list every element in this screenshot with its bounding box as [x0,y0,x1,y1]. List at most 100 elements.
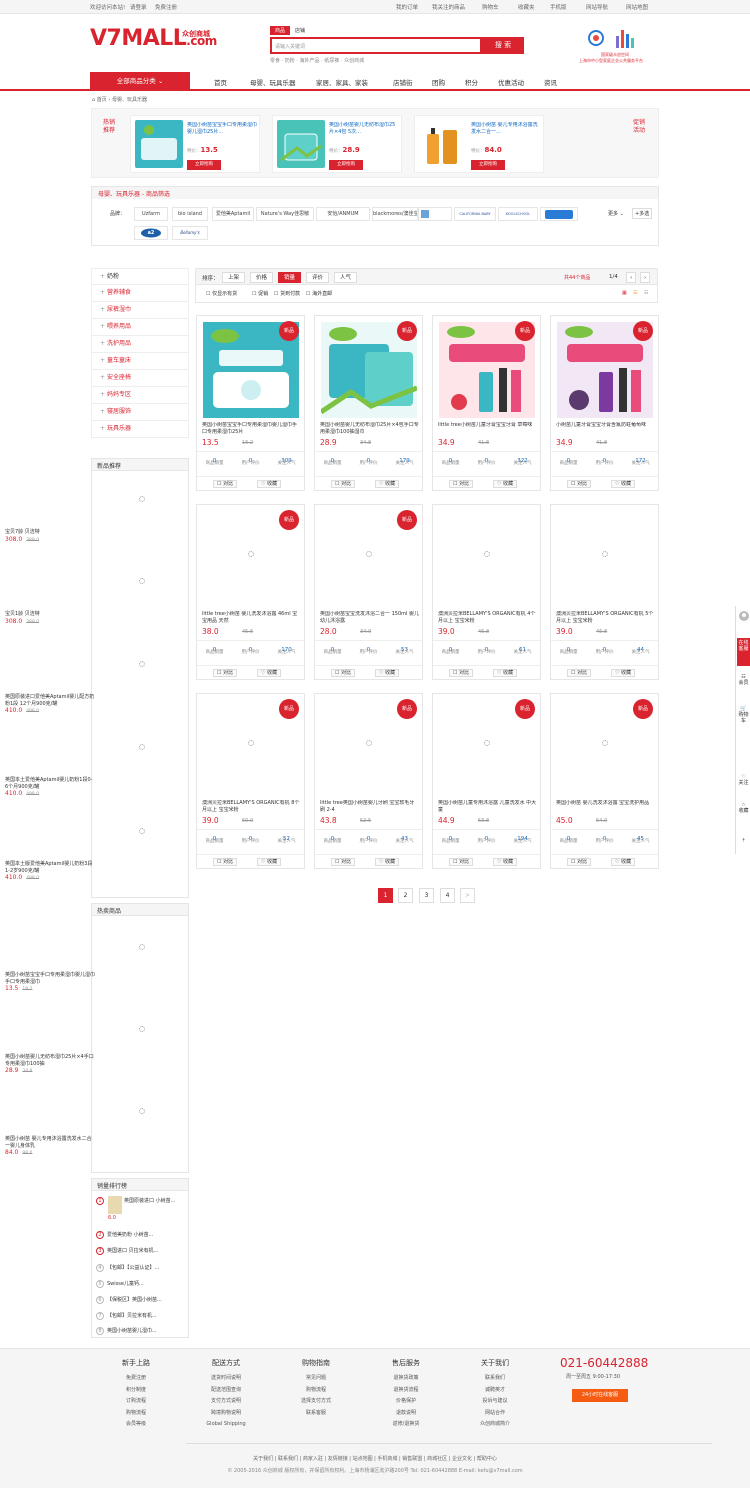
new-product-title[interactable]: 英国原装进口爱他美Aptamil婴儿配方奶粉1段 12个月900克/罐 [5,694,95,707]
new-product-title[interactable]: 英国本土版爱他美Aptamil婴儿奶粉3段1-2岁900克/罐 [5,861,95,874]
footer-link[interactable]: 网站合作 [455,1408,535,1420]
rank-item[interactable]: 3 英国进口 贝拉米有机... [96,1247,158,1255]
hot-product-item[interactable]: 英国小树苗婴儿无纺布湿巾25片×4手口专用柔湿巾100抽 28.9 34.8 [5,1054,95,1074]
buy-now-button[interactable]: 立即抢购 [187,160,221,170]
compare-button[interactable]: ☐ 对比 [213,480,238,488]
sidebar-category-item[interactable]: + 营养辅食 [91,285,189,302]
page-2-button[interactable]: 2 [398,888,413,903]
recommend-title[interactable]: 英国小树苗婴儿无纺布湿巾25片×4包 5次... [329,122,399,136]
buy-now-button[interactable]: 立即抢购 [471,160,505,170]
collect-side-button[interactable]: ☆ 收藏 [737,802,750,814]
collect-button[interactable]: ♡ 收藏 [375,480,400,488]
rank-title[interactable]: 【保税区】英国小树苗... [107,1297,162,1303]
user-avatar-icon[interactable] [737,610,750,624]
product-card[interactable]: 新品 little tree小树苗 婴儿洗发沐浴露 46ml 宝宝用品 天然 38.… [196,504,305,680]
product-image[interactable] [419,120,467,168]
rank-item[interactable]: 4 【包邮】【公益认证】... [96,1264,159,1272]
product-card[interactable]: 新品 英国小树苗宝宝手口专用柔湿巾婴儿湿巾手口专用柔湿巾25片 13.5 16.2 0 商… [196,315,305,491]
footer-link[interactable]: 退换货政策 [366,1373,446,1385]
product-title[interactable]: little tree英国小树苗婴儿牙刷 宝宝软毛牙刷 2-4 [320,800,419,814]
nav-item-baby[interactable]: 母婴、玩具乐器 [250,77,296,87]
product-card[interactable]: 澳洲贝拉米BELLAMY'S ORGANIC有机 5个月以上 宝宝米粉 39.0 4… [550,504,659,680]
product-title[interactable]: 英国小树苗宝宝洗发沐浴二合一 150ml 婴儿幼儿沐浴露 [320,611,419,625]
new-product-item[interactable]: 英国原装进口爱他美Aptamil婴儿配方奶粉1段 12个月900克/罐 410.0… [5,694,95,714]
product-card[interactable]: 新品 little tree小树苗儿童牙膏宝宝牙膏 草莓味 34.9 41.8 0 商品销… [432,315,541,491]
product-card[interactable]: 新品 英国小树苗婴儿无纺布湿巾25片×4包手口专用柔湿巾100抽湿巾 28.9 34.… [314,315,423,491]
nav-item-group[interactable]: 团购 [432,77,445,87]
product-title[interactable]: 小树苗儿童牙膏宝宝牙膏含氟防蛀葡萄味 [556,422,655,436]
sort-price-button[interactable]: 价格 [250,272,274,283]
prev-page-icon[interactable]: ‹ [626,272,637,283]
new-product-item[interactable]: 英国本土版爱他美Aptamil婴儿奶粉3段1-2岁900克/罐 410.0 498.… [5,861,95,881]
next-page-icon[interactable]: › [640,272,651,283]
recommend-card[interactable]: 英国小树苗宝宝手口专用柔湿巾婴儿湿巾25片... 特价：13.5 立即抢购 [130,115,260,173]
rank-item[interactable]: 2 爱他美奶粉 小树苗... [96,1231,153,1239]
product-title[interactable]: 澳洲贝拉米BELLAMY'S ORGANIC有机 8个月以上 宝宝米粉 [202,800,301,814]
recommend-title[interactable]: 英国小树苗宝宝手口专用柔湿巾婴儿湿巾25片... [187,122,257,136]
footer-link[interactable]: 订购流程 [96,1396,176,1408]
page-1-button[interactable]: 1 [378,888,393,903]
follow-side-button[interactable]: ♡ 关注 [737,774,750,786]
rank-title[interactable]: 英国原装进口 小树苗... [124,1198,175,1204]
nav-item-home[interactable]: 首页 [214,77,227,87]
product-title[interactable]: 英国小树苗 婴儿洗发沐浴露 宝宝洗护用品 [556,800,655,814]
rank-title[interactable]: 英国小树苗婴儿湿巾... [107,1328,157,1334]
back-to-top-button[interactable]: ⇡ [737,838,750,844]
footer-link[interactable]: 常见问题 [276,1373,356,1385]
rank-item[interactable]: 1 英国原装进口 小树苗... [96,1197,175,1205]
footer-link[interactable]: 配送范围查询 [186,1385,266,1397]
next-page-button[interactable]: > [460,888,475,903]
in-stock-filter[interactable]: ☐ 仅显示有货 [206,290,237,297]
compare-button[interactable]: ☐ 对比 [331,480,356,488]
product-card[interactable]: 新品 英国小树苗儿童专用沐浴露 儿童洗发水 中大童 44.9 53.8 0 商品销量 0 用户… [432,693,541,869]
product-card[interactable]: 新品 英国小树苗 婴儿洗发沐浴露 宝宝洗护用品 45.0 54.0 0 商品销量 0 用户评价… [550,693,659,869]
footer-link[interactable]: 支付方式说明 [186,1396,266,1408]
sidebar-category-item[interactable]: + 洗护用品 [91,336,189,353]
compare-button[interactable]: ☐ 对比 [449,480,474,488]
compare-button[interactable]: ☐ 对比 [331,858,356,866]
footer-link[interactable]: 积分制度 [96,1385,176,1397]
cod-filter[interactable]: ☐ 货到付款 [274,290,300,297]
collect-button[interactable]: ♡ 收藏 [611,669,636,677]
collect-button[interactable]: ♡ 收藏 [493,669,518,677]
list-view-icon[interactable]: ☰ [633,290,637,296]
multi-select-button[interactable]: +多选 [632,208,653,219]
footer-link[interactable]: 联系我们 [455,1373,535,1385]
footer-link[interactable]: 诚聘英才 [455,1385,535,1397]
compare-button[interactable]: ☐ 对比 [213,669,238,677]
nav-item-shops[interactable]: 店铺街 [393,77,413,87]
product-image[interactable] [277,120,325,168]
footer-link[interactable]: Global Shipping [186,1419,266,1431]
recommend-card[interactable]: 英国小树苗 婴儿专用沐浴露洗发水二合一... 特价：84.0 立即抢购 [414,115,544,173]
online-service-side-button[interactable]: 在线客服 [737,638,750,666]
brand-item[interactable]: CALIFORNIA BABY [454,207,496,221]
rank-title[interactable]: 【包邮】【公益认证】... [107,1265,159,1271]
hot-product-item[interactable]: 英国小树苗宝宝手口专用柔湿巾婴儿湿巾手口专用柔湿巾 13.5 19.2 [5,972,95,992]
text-view-icon[interactable]: ☷ [644,290,648,296]
footer-link[interactable]: 联系客服 [276,1408,356,1420]
search-button[interactable]: 搜 索 [482,37,524,54]
product-title[interactable]: 英国小树苗儿童专用沐浴露 儿童洗发水 中大童 [438,800,537,814]
footer-link[interactable]: 选择支付方式 [276,1396,356,1408]
recommend-card[interactable]: 英国小树苗婴儿无纺布湿巾25片×4包 5次... 特价：28.9 立即抢购 [272,115,402,173]
more-brands-button[interactable]: 更多 ⌄ [608,210,624,217]
sort-newest-button[interactable]: 上架 [222,272,246,283]
member-side-button[interactable]: ☷ 会员 [737,674,750,686]
product-card[interactable]: 新品 小树苗儿童牙膏宝宝牙膏含氟防蛀葡萄味 34.9 41.8 0 商品销量 0 用户评价 17… [550,315,659,491]
footer-link[interactable]: 免费注册 [96,1373,176,1385]
footer-link[interactable]: 送货时间说明 [186,1373,266,1385]
collect-button[interactable]: ♡ 收藏 [375,669,400,677]
favorites-link[interactable]: 我关注的商品 [432,3,465,11]
site-nav-link[interactable]: 网站导航 [586,3,608,11]
cart-link[interactable]: 购物车 [482,3,499,11]
footer-link[interactable]: 价格保护 [366,1396,446,1408]
collect-button[interactable]: ♡ 收藏 [611,480,636,488]
product-image[interactable] [135,120,183,168]
new-product-item[interactable]: 英国本土爱他美Aptamil婴儿奶粉1段0-6个月900克/罐 410.0 498.… [5,777,95,797]
brand-item[interactable]: 爱他美Aptamil [212,207,254,221]
collect-button[interactable]: ♡ 收藏 [375,858,400,866]
brand-item[interactable]: KOOLSCHOOL [498,207,538,221]
collect-button[interactable]: ♡ 收藏 [493,480,518,488]
product-card[interactable]: 澳洲贝拉米BELLAMY'S ORGANIC有机 4个月以上 宝宝米粉 39.0 4… [432,504,541,680]
hot-product-item[interactable]: 英国小树苗 婴儿专用沐浴露洗发水二合一婴儿身体乳 84.0 98.0 [5,1136,95,1156]
